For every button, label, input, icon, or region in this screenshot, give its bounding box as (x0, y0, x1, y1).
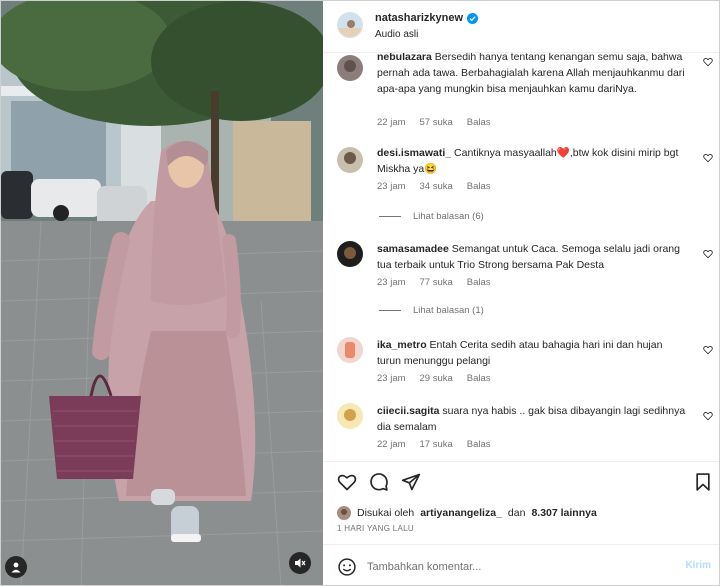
liker-avatar[interactable] (337, 506, 351, 520)
commenter-avatar[interactable] (337, 147, 363, 173)
comment-text: ciiecii.sagita suara nya habis .. gak bi… (377, 403, 687, 435)
comment-likes[interactable]: 77 suka (420, 277, 453, 288)
comment-meta: 23 jam 34 suka Balas (377, 181, 491, 192)
commenter-username[interactable]: ika_metro (377, 339, 427, 351)
comment-text: desi.ismawati_ Cantiknya masyaallah❤️,bt… (377, 145, 687, 177)
post-comment-button[interactable]: Kirim (685, 560, 711, 571)
view-replies-label: Lihat balasan (1) (413, 305, 484, 316)
commenter-avatar[interactable] (337, 241, 363, 267)
comment-time[interactable]: 23 jam (377, 277, 406, 288)
avatar-image (337, 337, 363, 363)
bookmark-icon[interactable] (693, 472, 713, 492)
comment-bubble-icon[interactable] (369, 472, 389, 492)
comment-like-icon[interactable] (703, 345, 713, 355)
comment-text: samasamadee Semangat untuk Caca. Semoga … (377, 241, 687, 273)
comment-like-icon[interactable] (703, 249, 713, 259)
post-details-panel: natasharizkynew Audio asli nebulazara Be… (323, 1, 719, 585)
commenter-avatar[interactable] (337, 337, 363, 363)
emoji-icon[interactable] (337, 557, 357, 577)
commenter-avatar[interactable] (337, 55, 363, 81)
comment-text: ika_metro Entah Cerita sedih atau bahagi… (377, 337, 687, 369)
replies-divider (379, 310, 401, 311)
post-header: natasharizkynew Audio asli (323, 1, 719, 53)
comment-likes[interactable]: 34 suka (420, 181, 453, 192)
user-icon (11, 562, 21, 573)
commenter-username[interactable]: samasamadee (377, 243, 449, 255)
tagged-users-button[interactable] (5, 556, 27, 578)
commenter-username[interactable]: ciiecii.sagita (377, 405, 439, 417)
avatar-image (337, 241, 363, 267)
likes-joiner: dan (507, 507, 526, 519)
comments-list[interactable]: nebulazara Bersedih hanya tentang kenang… (323, 53, 719, 461)
comment-input[interactable] (367, 557, 667, 577)
reply-button[interactable]: Balas (467, 117, 491, 128)
comment-time[interactable]: 23 jam (377, 181, 406, 192)
author-name-row: natasharizkynew (375, 12, 479, 24)
add-comment-bar: Kirim (323, 544, 719, 585)
verified-badge-icon (467, 12, 479, 24)
view-replies-button[interactable]: Lihat balasan (1) (379, 305, 484, 316)
audio-label[interactable]: Audio asli (375, 29, 418, 40)
comment-like-icon[interactable] (703, 153, 713, 163)
likes-count[interactable]: 8.307 lainnya (531, 507, 596, 519)
comment-likes[interactable]: 57 suka (420, 117, 453, 128)
view-replies-button[interactable]: Lihat balasan (6) (379, 211, 484, 222)
instagram-post-window: natasharizkynew Audio asli nebulazara Be… (0, 0, 720, 586)
comment-time[interactable]: 23 jam (377, 373, 406, 384)
liker-username[interactable]: artiyanangeliza_ (420, 507, 502, 519)
commenter-username[interactable]: desi.ismawati_ (377, 147, 451, 159)
comment-meta: 23 jam 29 suka Balas (377, 373, 491, 384)
post-media[interactable] (1, 1, 323, 585)
comment-like-icon[interactable] (703, 411, 713, 421)
avatar-image (338, 13, 362, 37)
comment-likes[interactable]: 17 suka (420, 439, 453, 450)
author-username[interactable]: natasharizkynew (375, 12, 463, 24)
comment-like-icon[interactable] (703, 57, 713, 67)
comment-time[interactable]: 22 jam (377, 439, 406, 450)
avatar-image (337, 55, 363, 81)
comment-time[interactable]: 22 jam (377, 117, 406, 128)
comment-meta: 22 jam 57 suka Balas (377, 117, 491, 128)
commenter-avatar[interactable] (337, 403, 363, 429)
comment-likes[interactable]: 29 suka (420, 373, 453, 384)
comment-meta: 23 jam 77 suka Balas (377, 277, 491, 288)
post-photo (1, 1, 323, 585)
avatar-image (337, 147, 363, 173)
reply-button[interactable]: Balas (467, 439, 491, 450)
post-actions-bar (323, 461, 719, 501)
mute-button[interactable] (289, 552, 311, 574)
author-avatar[interactable] (337, 12, 363, 38)
post-date[interactable]: 1 HARI YANG LALU (337, 524, 414, 533)
view-replies-label: Lihat balasan (6) (413, 211, 484, 222)
comment-meta: 22 jam 17 suka Balas (377, 439, 491, 450)
comment-text: nebulazara Bersedih hanya tentang kenang… (377, 53, 687, 97)
heart-icon[interactable] (337, 472, 357, 492)
avatar-image (337, 403, 363, 429)
reply-button[interactable]: Balas (467, 181, 491, 192)
paper-plane-icon[interactable] (401, 472, 421, 492)
likes-summary: Disukai oleh artiyanangeliza_ dan 8.307 … (337, 506, 597, 520)
avatar-image (337, 506, 351, 520)
likes-prefix: Disukai oleh (357, 507, 415, 519)
reply-button[interactable]: Balas (467, 373, 491, 384)
commenter-username[interactable]: nebulazara (377, 53, 432, 63)
speaker-muted-icon (295, 558, 306, 568)
reply-button[interactable]: Balas (467, 277, 491, 288)
replies-divider (379, 216, 401, 217)
